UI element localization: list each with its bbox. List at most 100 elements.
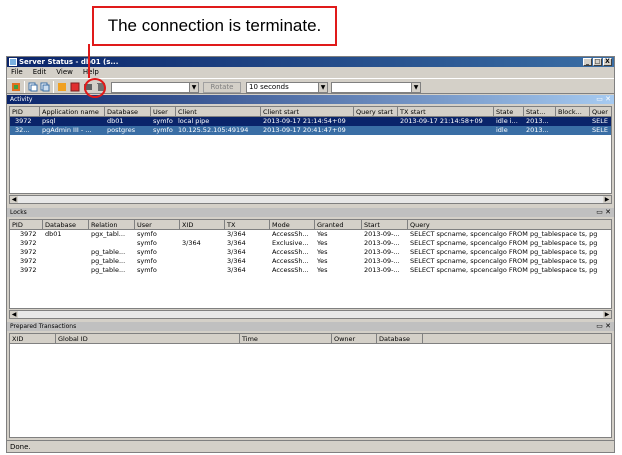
column-header[interactable]: Client start [261, 107, 354, 117]
column-header[interactable]: XID [180, 220, 225, 230]
column-header[interactable]: Database [43, 220, 89, 230]
table-row[interactable]: 3972 pg_table... symfo 3/364 AccessSh...… [10, 257, 611, 266]
column-header[interactable]: Global ID [56, 334, 240, 344]
activity-hscrollbar[interactable]: ◀ ▶ [9, 195, 612, 204]
panel-close-icon[interactable]: ▭ ✕ [596, 95, 611, 104]
column-header[interactable]: TX start [398, 107, 494, 117]
table-cell: SELECT spcname, spcencalgo FROM pg_table… [410, 248, 598, 256]
column-header[interactable]: Query [408, 220, 611, 230]
rotate-button[interactable]: Rotate [203, 82, 241, 93]
column-header[interactable]: Time [240, 334, 332, 344]
column-header[interactable]: Start [362, 220, 408, 230]
column-header[interactable]: XID [10, 334, 56, 344]
table-cell: pg_table... [91, 248, 126, 256]
column-header[interactable]: Owner [332, 334, 377, 344]
activity-grid: PID Application name Database User Clien… [9, 106, 612, 194]
copy-icon[interactable] [28, 82, 38, 92]
table-cell: AccessSh... [272, 230, 309, 238]
refresh-interval-select[interactable]: 10 seconds ▼ [246, 82, 328, 93]
table-cell: 3/364 [182, 239, 201, 247]
chevron-down-icon: ▼ [318, 83, 327, 92]
menu-file[interactable]: File [11, 67, 23, 77]
menu-view[interactable]: View [56, 67, 73, 77]
table-row[interactable]: 3972 psql db01 symfo local pipe 2013-09-… [10, 117, 611, 126]
table-row[interactable]: 3972 pg_table... symfo 3/364 AccessSh...… [10, 266, 611, 275]
menu-help[interactable]: Help [83, 67, 99, 77]
table-cell: pgx_tabl... [91, 230, 126, 238]
column-header[interactable]: Client [176, 107, 261, 117]
column-header[interactable]: User [151, 107, 176, 117]
menu-bar: File Edit View Help [7, 67, 614, 77]
column-header[interactable]: Application name [40, 107, 105, 117]
activity-header-row: PID Application name Database User Clien… [10, 107, 611, 117]
column-header[interactable]: Stat... [524, 107, 556, 117]
paste-icon[interactable] [40, 82, 50, 92]
table-cell: local pipe [178, 117, 210, 125]
panel-close-icon[interactable]: ▭ ✕ [596, 322, 611, 331]
log-file-select[interactable]: ▼ [111, 82, 199, 93]
prepared-header-row: XID Global ID Time Owner Database [10, 334, 611, 344]
table-cell: psql [42, 117, 56, 125]
table-cell: 2013-09-... [364, 266, 400, 274]
table-cell: symfo [137, 257, 157, 265]
table-cell: symfo [137, 248, 157, 256]
table-cell: idle [496, 126, 508, 134]
table-row[interactable]: 3972 db01 pgx_tabl... symfo 3/364 Access… [10, 230, 611, 239]
table-cell: symfo [137, 239, 157, 247]
table-cell: pgAdmin III - ... [42, 126, 92, 134]
close-button[interactable]: X [603, 58, 612, 66]
locks-grid: PID Database Relation User XID TX Mode G… [9, 219, 612, 309]
minimize-button[interactable]: _ [583, 58, 592, 66]
database-select[interactable]: ▼ [331, 82, 421, 93]
column-header[interactable]: Relation [89, 220, 135, 230]
table-cell: SELECT spcname, spcencalgo FROM pg_table… [410, 257, 598, 265]
maximize-button[interactable]: □ [593, 58, 602, 66]
table-cell: Yes [317, 248, 328, 256]
locks-title: Locks [10, 209, 27, 216]
table-cell: 3/364 [227, 239, 246, 247]
column-header[interactable]: PID [10, 107, 40, 117]
column-header[interactable]: Query start [354, 107, 398, 117]
table-cell: 3/364 [227, 266, 246, 274]
table-row[interactable]: 3972 symfo 3/364 3/364 Exclusive... Yes … [10, 239, 611, 248]
column-header[interactable]: Granted [315, 220, 362, 230]
scroll-left-icon[interactable]: ◀ [10, 196, 18, 203]
table-cell: SELECT spcname, spcencalgo FROM pg_table… [410, 230, 598, 238]
column-header[interactable]: State [494, 107, 524, 117]
prepared-grid: XID Global ID Time Owner Database [9, 333, 612, 438]
column-header[interactable]: Block... [556, 107, 590, 117]
status-bar: Done. [7, 440, 614, 452]
chevron-down-icon: ▼ [189, 83, 198, 92]
column-header[interactable]: Database [105, 107, 151, 117]
locks-hscrollbar[interactable]: ◀ ▶ [9, 310, 612, 319]
panel-close-icon[interactable]: ▭ ✕ [596, 208, 611, 217]
column-header[interactable]: User [135, 220, 180, 230]
menu-edit[interactable]: Edit [33, 67, 47, 77]
column-header[interactable]: TX [225, 220, 270, 230]
table-cell: 3972 [20, 239, 37, 247]
column-header[interactable]: PID [10, 220, 43, 230]
prepared-title: Prepared Transactions [10, 323, 77, 330]
table-cell: AccessSh... [272, 248, 309, 256]
scroll-right-icon[interactable]: ▶ [603, 311, 611, 318]
terminate-backend-icon[interactable] [70, 82, 80, 92]
table-cell: Yes [317, 239, 328, 247]
table-row[interactable]: 32... pgAdmin III - ... postgres symfo 1… [10, 126, 611, 135]
app-icon [9, 58, 17, 66]
table-cell: 2013... [526, 117, 549, 125]
title-bar[interactable]: Server Status - db01 (s... _ □ X [7, 57, 614, 67]
table-row[interactable]: 3972 pg_table... symfo 3/364 AccessSh...… [10, 248, 611, 257]
column-header[interactable]: Mode [270, 220, 315, 230]
column-header[interactable]: Quer [590, 107, 611, 117]
cancel-query-icon[interactable] [57, 82, 67, 92]
refresh-icon[interactable] [11, 82, 21, 92]
column-header[interactable]: Database [377, 334, 423, 344]
table-cell: 3972 [20, 257, 37, 265]
table-cell: SELECT spcname, spcencalgo FROM pg_table… [410, 239, 598, 247]
window-title: Server Status - db01 (s... [19, 58, 119, 66]
scroll-right-icon[interactable]: ▶ [603, 196, 611, 203]
scroll-left-icon[interactable]: ◀ [10, 311, 18, 318]
table-cell: 2013-09-17 21:14:54+09 [263, 117, 346, 125]
terminate-highlight-circle [84, 78, 106, 98]
prepared-transactions-panel: Prepared Transactions ▭ ✕ XID Global ID … [7, 322, 614, 440]
